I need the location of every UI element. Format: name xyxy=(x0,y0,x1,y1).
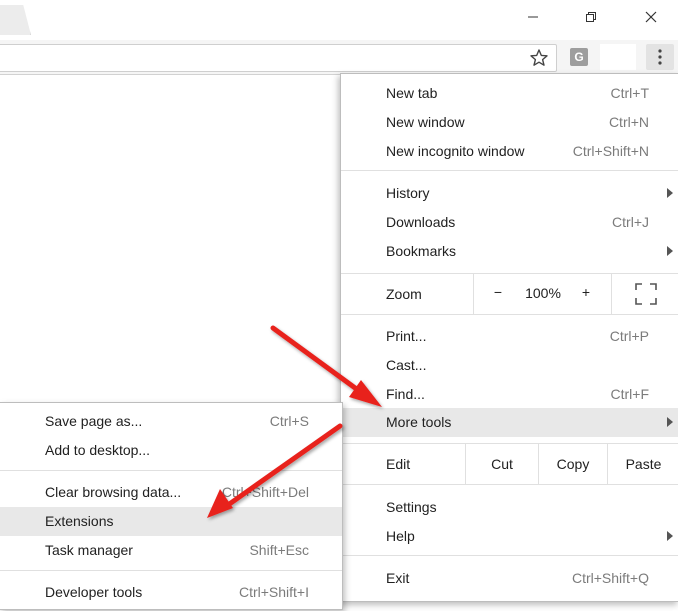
address-bar[interactable] xyxy=(0,44,557,72)
submenu-arrow-icon xyxy=(667,531,673,541)
copy-button[interactable]: Copy xyxy=(539,444,607,484)
extension-g-icon[interactable]: G xyxy=(570,48,588,66)
submenu-arrow-icon xyxy=(667,188,673,198)
zoom-out-button[interactable]: − xyxy=(491,284,505,300)
restore-icon[interactable] xyxy=(576,6,606,28)
zoom-level: 100% xyxy=(525,285,561,301)
submenu-item-task-manager[interactable]: Task manager Shift+Esc xyxy=(0,536,342,565)
zoom-in-button[interactable]: + xyxy=(579,284,593,300)
title-bar xyxy=(0,0,678,40)
menu-separator xyxy=(341,314,678,315)
paste-button[interactable]: Paste xyxy=(608,444,678,484)
vertical-ellipsis-icon[interactable] xyxy=(646,44,674,70)
menu-item-new-tab[interactable]: New tab Ctrl+T xyxy=(341,79,678,108)
extension-slot[interactable] xyxy=(600,44,636,70)
submenu-item-clear-browsing-data[interactable]: Clear browsing data... Ctrl+Shift+Del xyxy=(0,478,342,507)
menu-edit-row: Edit Cut Copy Paste xyxy=(341,444,678,484)
cut-button[interactable]: Cut xyxy=(466,444,538,484)
submenu-item-add-to-desktop[interactable]: Add to desktop... xyxy=(0,436,342,465)
menu-item-downloads[interactable]: Downloads Ctrl+J xyxy=(341,208,678,237)
more-tools-submenu: Save page as... Ctrl+S Add to desktop...… xyxy=(0,402,343,610)
menu-item-history[interactable]: History xyxy=(341,179,678,208)
star-icon[interactable] xyxy=(529,48,549,68)
menu-separator xyxy=(0,470,342,471)
menu-separator xyxy=(341,555,678,556)
fullscreen-icon[interactable] xyxy=(634,282,658,306)
zoom-divider xyxy=(473,274,474,314)
submenu-arrow-icon xyxy=(667,246,673,256)
submenu-item-extensions[interactable]: Extensions xyxy=(0,507,342,536)
menu-item-help[interactable]: Help xyxy=(341,522,678,551)
submenu-arrow-icon xyxy=(667,417,673,427)
menu-item-bookmarks[interactable]: Bookmarks xyxy=(341,237,678,266)
menu-separator xyxy=(341,484,678,485)
menu-separator xyxy=(341,170,678,171)
menu-separator xyxy=(0,570,342,571)
browser-tab[interactable] xyxy=(0,5,31,35)
submenu-item-save-page[interactable]: Save page as... Ctrl+S xyxy=(0,407,342,436)
menu-item-new-incognito[interactable]: New incognito window Ctrl+Shift+N xyxy=(341,137,678,166)
menu-item-new-window[interactable]: New window Ctrl+N xyxy=(341,108,678,137)
menu-item-print[interactable]: Print... Ctrl+P xyxy=(341,322,678,351)
zoom-divider xyxy=(611,274,612,314)
menu-item-exit[interactable]: Exit Ctrl+Shift+Q xyxy=(341,564,678,593)
menu-item-cast[interactable]: Cast... xyxy=(341,351,678,380)
menu-item-find[interactable]: Find... Ctrl+F xyxy=(341,380,678,409)
menu-item-settings[interactable]: Settings xyxy=(341,493,678,522)
close-icon[interactable] xyxy=(636,6,666,28)
minimize-icon[interactable] xyxy=(518,6,548,28)
menu-item-more-tools[interactable]: More tools xyxy=(341,408,678,437)
browser-toolbar: G xyxy=(0,40,678,75)
submenu-item-developer-tools[interactable]: Developer tools Ctrl+Shift+I xyxy=(0,578,342,607)
chrome-main-menu: New tab Ctrl+T New window Ctrl+N New inc… xyxy=(340,73,678,602)
menu-zoom-row: Zoom − 100% + xyxy=(341,274,678,314)
